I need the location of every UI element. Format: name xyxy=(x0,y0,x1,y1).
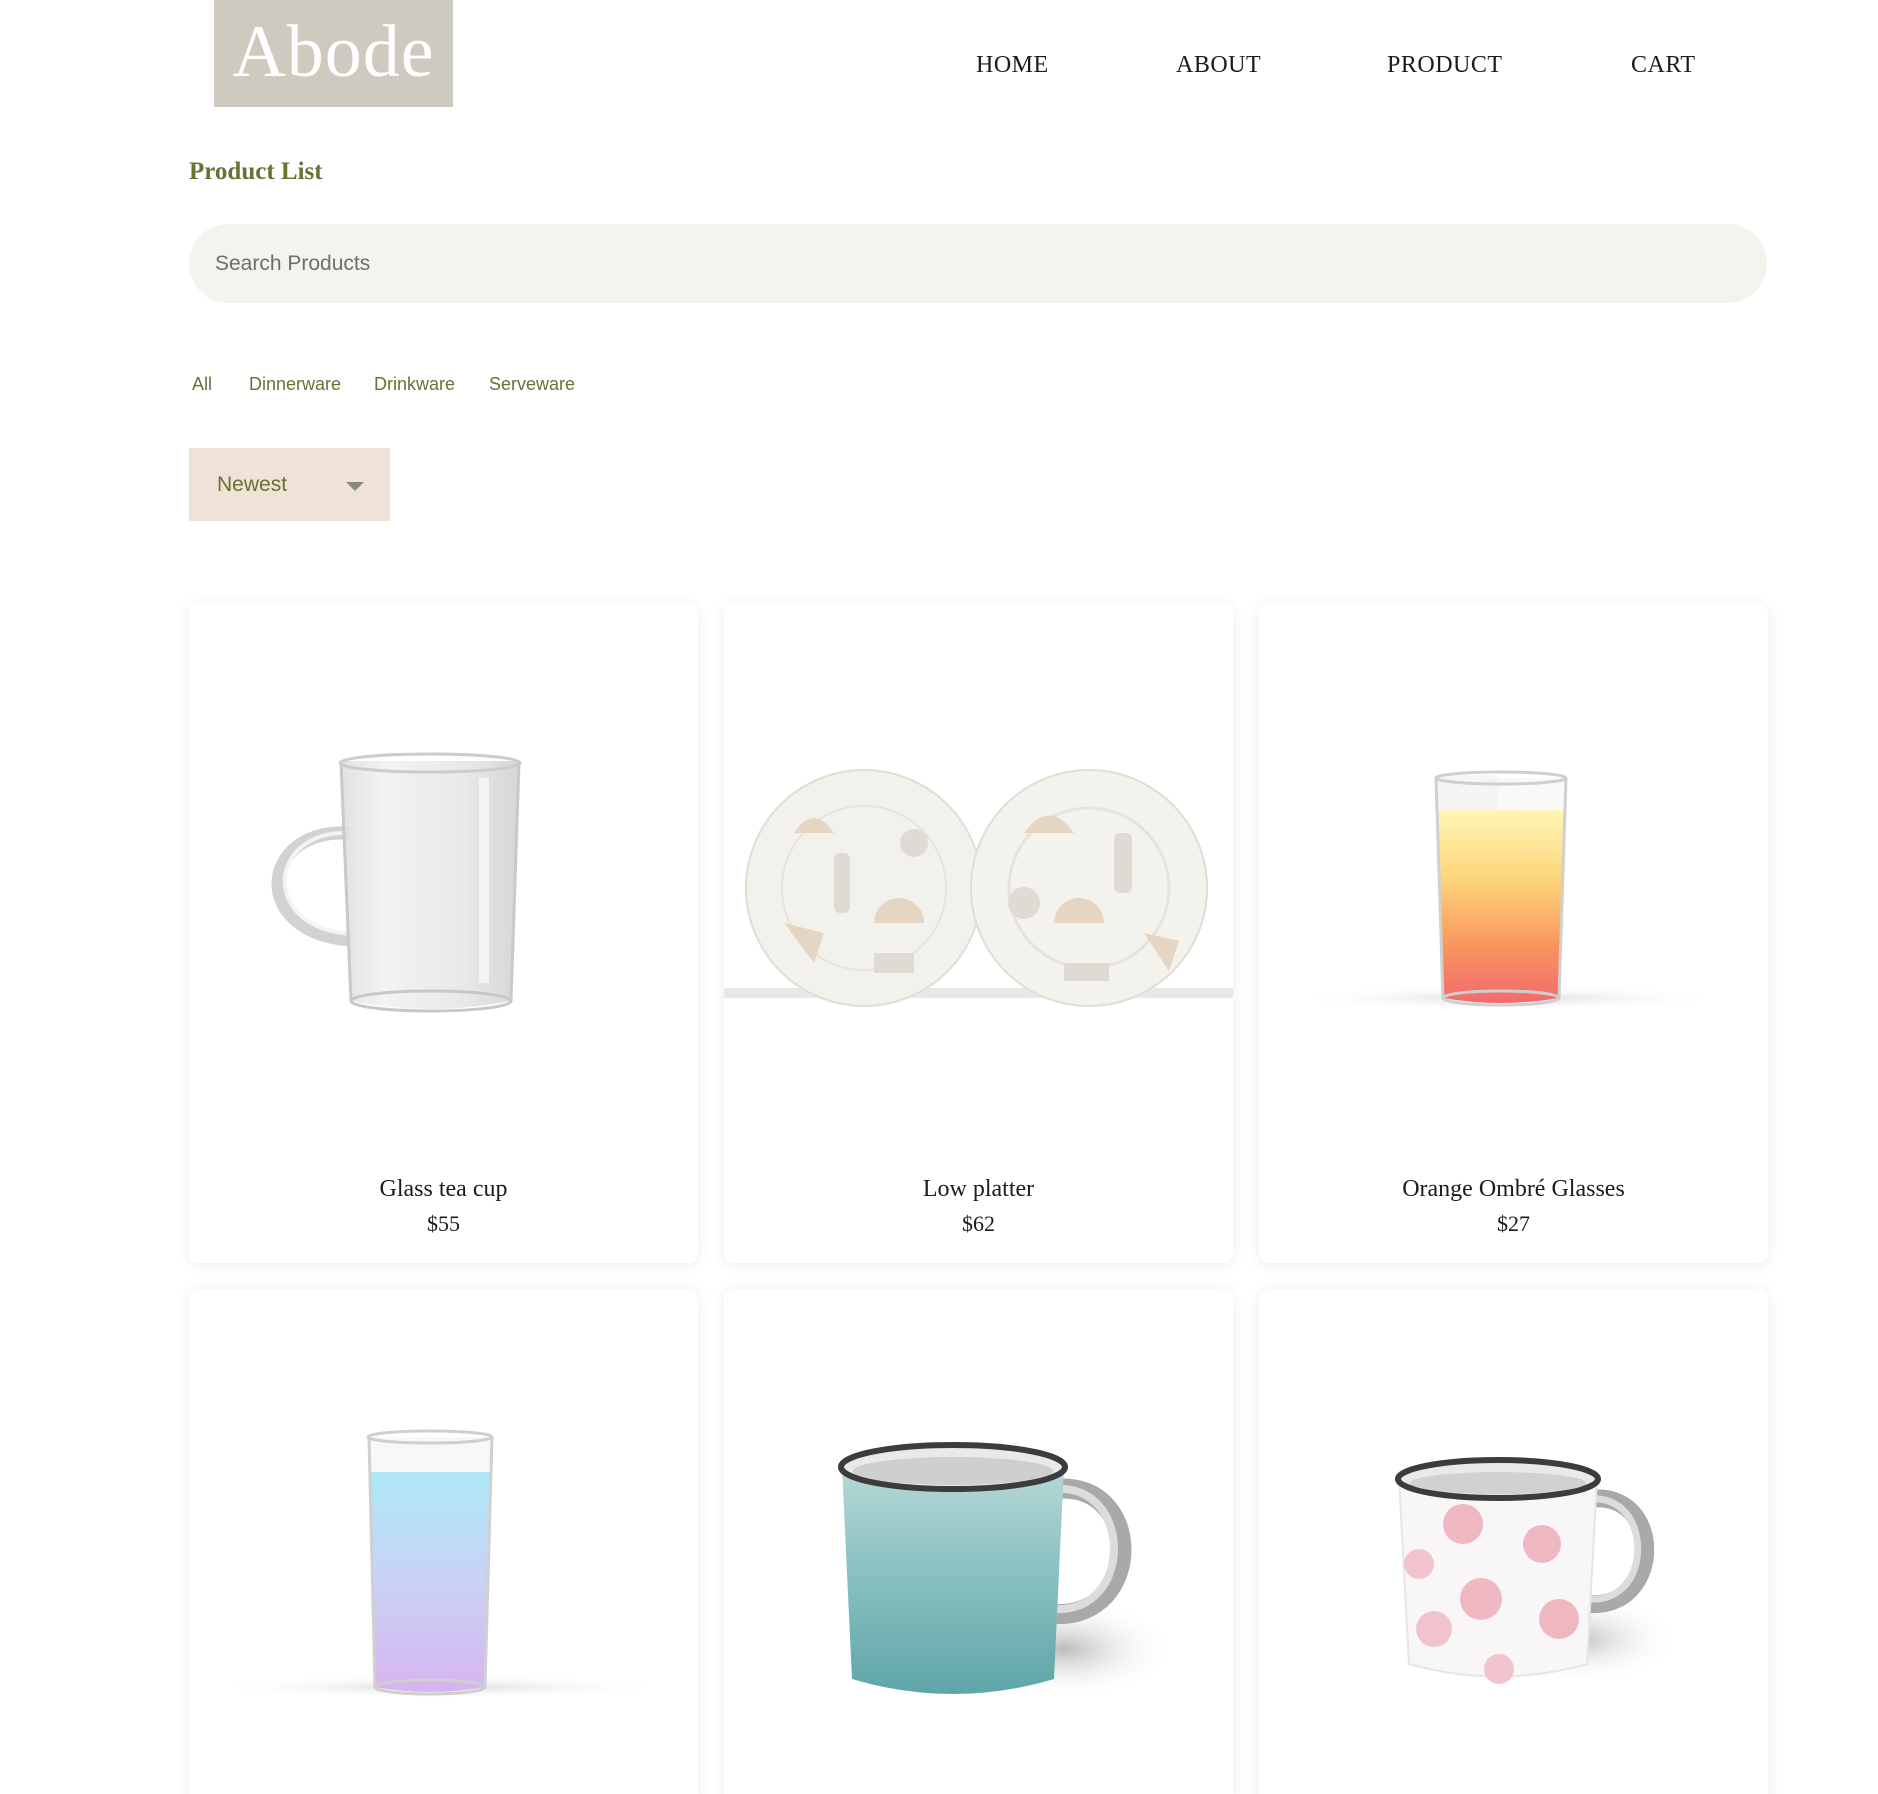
page-title: Product List xyxy=(189,158,323,185)
product-list-page: Abode HOME ABOUT PRODUCT CART Product Li… xyxy=(0,0,1878,1794)
orange-ombre-glass-image xyxy=(1289,770,1729,1010)
nav-product-link[interactable]: PRODUCT xyxy=(1387,52,1503,79)
product-card[interactable] xyxy=(1259,1289,1768,1794)
product-card[interactable]: Low platter $62 xyxy=(724,603,1233,1263)
main-nav: HOME ABOUT PRODUCT CART xyxy=(0,52,1878,86)
nav-about-link[interactable]: ABOUT xyxy=(1176,52,1261,79)
patterned-plates-image xyxy=(724,769,1233,1007)
chevron-down-icon xyxy=(346,482,364,491)
sort-dropdown[interactable]: Newest xyxy=(189,448,390,521)
category-filters: All Dinnerware Drinkware Serveware xyxy=(0,374,1878,398)
glass-tea-cup-image xyxy=(271,752,522,1013)
nav-cart-link[interactable]: CART xyxy=(1631,52,1696,79)
teal-enamel-mug-image xyxy=(838,1442,1174,1699)
filter-drinkware[interactable]: Drinkware xyxy=(374,374,455,395)
product-price: $55 xyxy=(427,1211,460,1236)
pink-dot-enamel-mug-image xyxy=(1395,1457,1679,1684)
filter-serveware[interactable]: Serveware xyxy=(489,374,575,395)
product-card[interactable] xyxy=(189,1289,698,1794)
product-name: Glass tea cup xyxy=(379,1176,508,1202)
blue-purple-ombre-glass-image xyxy=(209,1429,669,1699)
nav-home-link[interactable]: HOME xyxy=(976,52,1049,79)
product-card[interactable]: Glass tea cup $55 xyxy=(189,603,698,1263)
product-card[interactable] xyxy=(724,1289,1233,1794)
product-card[interactable]: Orange Ombré Glasses $27 xyxy=(1259,603,1768,1263)
product-price: $27 xyxy=(1497,1211,1530,1236)
filter-all[interactable]: All xyxy=(192,374,212,395)
search-input[interactable] xyxy=(189,224,1767,303)
sort-selected-label: Newest xyxy=(217,472,288,496)
product-price: $62 xyxy=(962,1211,995,1236)
product-name: Orange Ombré Glasses xyxy=(1402,1176,1625,1202)
filter-dinnerware[interactable]: Dinnerware xyxy=(249,374,341,395)
product-name: Low platter xyxy=(922,1176,1035,1202)
